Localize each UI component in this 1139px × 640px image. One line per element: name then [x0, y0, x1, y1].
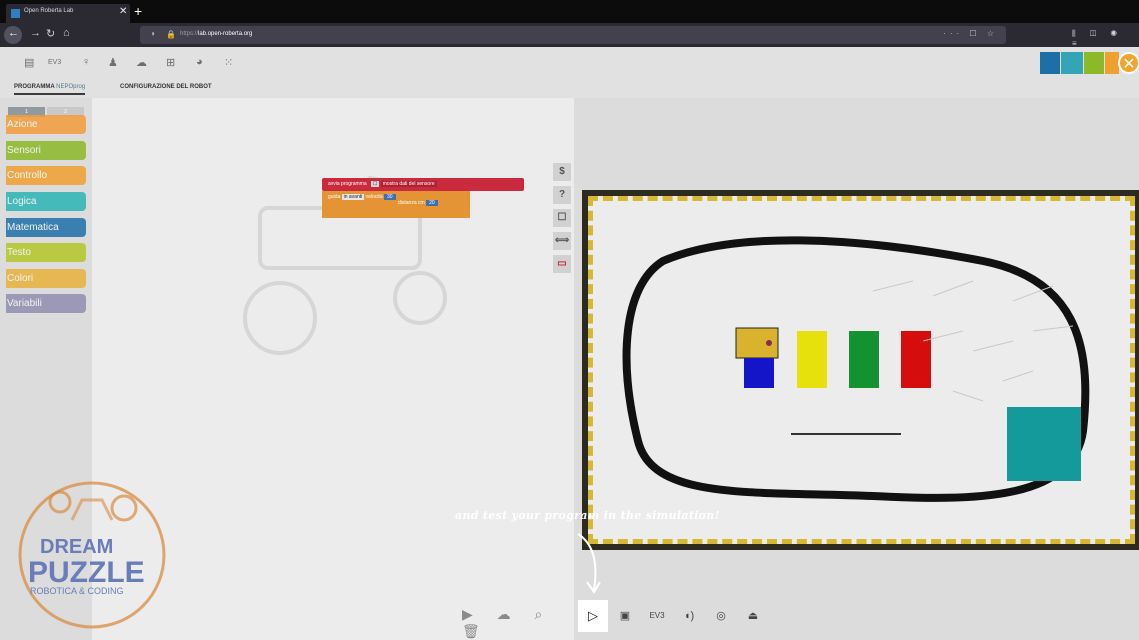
simulation-panel: [574, 98, 1139, 640]
background-image-button[interactable]: ▣: [610, 600, 640, 632]
workspace-bottom-tools[interactable]: ▶ ☁ ⌕ 🗑: [462, 606, 574, 640]
code-view-icon[interactable]: $: [553, 163, 571, 181]
start-program-label: avvia programma: [328, 181, 367, 187]
distance-label: distanza cm: [398, 200, 425, 206]
tutorial-annotation: and test your program in the simulation!: [455, 509, 720, 522]
robot-icon[interactable]: ▭: [553, 255, 571, 273]
browser-navbar: ← → ↻ ⌂ ◑ 🔒 https://lab.open-roberta.org…: [0, 23, 1139, 48]
home-icon[interactable]: ⌂: [63, 27, 70, 39]
blue-block: [744, 358, 774, 388]
sound-button[interactable]: ◖): [674, 600, 704, 632]
app-tabs: PROGRAMMA NEPOprog CONFIGURAZIONE DEL RO…: [0, 80, 1139, 98]
comment-icon[interactable]: ☐: [553, 209, 571, 227]
drive-label: guida: [328, 194, 341, 200]
language-icon[interactable]: ◕: [196, 56, 203, 68]
category-logica[interactable]: Logica: [6, 192, 86, 211]
category-sensori[interactable]: Sensori: [6, 141, 86, 160]
gallery-icon[interactable]: ⊞: [166, 56, 175, 69]
teal-area: [1007, 407, 1081, 481]
open-roberta-favicon: [11, 9, 20, 18]
close-icon[interactable]: ✕: [1118, 52, 1139, 74]
dream-puzzle-watermark: DREAM PUZZLE ROBOTICA & CODING: [12, 480, 172, 630]
back-arrow-icon: ←: [8, 27, 19, 39]
workspace-side-tools: $ ? ☐ ⟺ ▭: [553, 163, 573, 278]
yellow-block: [797, 331, 827, 388]
person-icon[interactable]: ♟: [108, 56, 118, 69]
lock-icon: 🔒: [166, 30, 176, 39]
tab-program[interactable]: PROGRAMMA NEPOprog: [14, 84, 86, 95]
new-tab-button[interactable]: +: [134, 3, 142, 19]
watermark-line2: PUZZLE: [28, 556, 145, 589]
logo-block: [1105, 52, 1119, 74]
url-bar[interactable]: ◑ 🔒 https://lab.open-roberta.org ··· ☐ ☆: [140, 26, 1006, 44]
show-sensor-data-label: mostra dati del sensore: [380, 181, 437, 187]
category-colori[interactable]: Colori: [6, 269, 86, 288]
category-variabili[interactable]: Variabili: [6, 294, 86, 313]
start-program-block[interactable]: avvia programma ☐ mostra dati del sensor…: [322, 178, 524, 191]
green-block: [849, 331, 879, 388]
program-block[interactable]: avvia programma ☐ mostra dati del sensor…: [322, 178, 524, 218]
red-block: [901, 331, 931, 388]
logo-block: [1084, 52, 1104, 74]
tab-robot-configuration[interactable]: CONFIGURAZIONE DEL ROBOT: [120, 84, 212, 90]
program-icon[interactable]: ▤: [24, 56, 34, 69]
forward-icon[interactable]: →: [30, 27, 41, 39]
tracking-shield-icon: ◑: [150, 29, 155, 38]
drive-block[interactable]: guida in avanti velocità 30 distanza cm …: [322, 191, 470, 218]
toolbar-menu-icons[interactable]: ⫼ ◫ ◉ ≡: [1072, 29, 1139, 48]
page-actions-icon[interactable]: ··· ☐ ☆: [943, 29, 998, 38]
direction-dropdown[interactable]: in avanti: [341, 194, 365, 200]
cloud-icon[interactable]: ☁: [136, 56, 147, 69]
speed-label: velocità: [365, 194, 383, 200]
help-icon[interactable]: ?: [553, 186, 571, 204]
ev3-robot-button[interactable]: EV3: [642, 600, 672, 632]
simulation-arena[interactable]: [582, 190, 1139, 550]
simulation-canvas: [622, 236, 1090, 502]
reset-button[interactable]: ⏏: [738, 600, 768, 632]
distance-value[interactable]: 20: [426, 200, 438, 206]
back-button[interactable]: ←: [4, 26, 22, 44]
expand-icon[interactable]: ⟺: [553, 232, 571, 250]
logo-block: [1040, 52, 1060, 74]
tab-close-icon[interactable]: ✕: [119, 6, 127, 17]
reload-icon[interactable]: ↻: [46, 27, 55, 40]
browser-tab[interactable]: Open Roberta Lab ✕: [6, 4, 130, 23]
app-toolbar: ▤ EV3 ♀ ♟ ☁ ⊞ ◕ ⁙ ✕: [0, 47, 1139, 80]
robot-sensor: [766, 340, 772, 346]
location-button[interactable]: ◎: [706, 600, 736, 632]
watermark-line3: ROBOTICA & CODING: [30, 586, 124, 596]
category-controllo[interactable]: Controllo: [6, 166, 86, 185]
ev3-icon[interactable]: EV3: [48, 59, 61, 66]
bulb-icon[interactable]: ♀: [82, 56, 90, 68]
annotation-arrow-icon: [577, 533, 601, 594]
logo-block: [1061, 52, 1083, 74]
category-matematica[interactable]: Matematica: [6, 218, 86, 237]
category-testo[interactable]: Testo: [6, 243, 86, 262]
category-azione[interactable]: Azione: [6, 115, 86, 134]
simulation-toolbar: ▷ ▣ EV3 ◖) ◎ ⏏: [578, 600, 778, 634]
speed-value[interactable]: 30: [383, 194, 396, 200]
url-text: https://lab.open-roberta.org: [180, 31, 253, 37]
show-sensor-data-checkbox[interactable]: ☐: [370, 181, 380, 187]
apps-icon[interactable]: ⁙: [224, 56, 233, 69]
play-button[interactable]: ▷: [578, 600, 608, 632]
browser-tabbar: Open Roberta Lab ✕ +: [0, 0, 1139, 23]
tab-title: Open Roberta Lab: [24, 8, 74, 14]
